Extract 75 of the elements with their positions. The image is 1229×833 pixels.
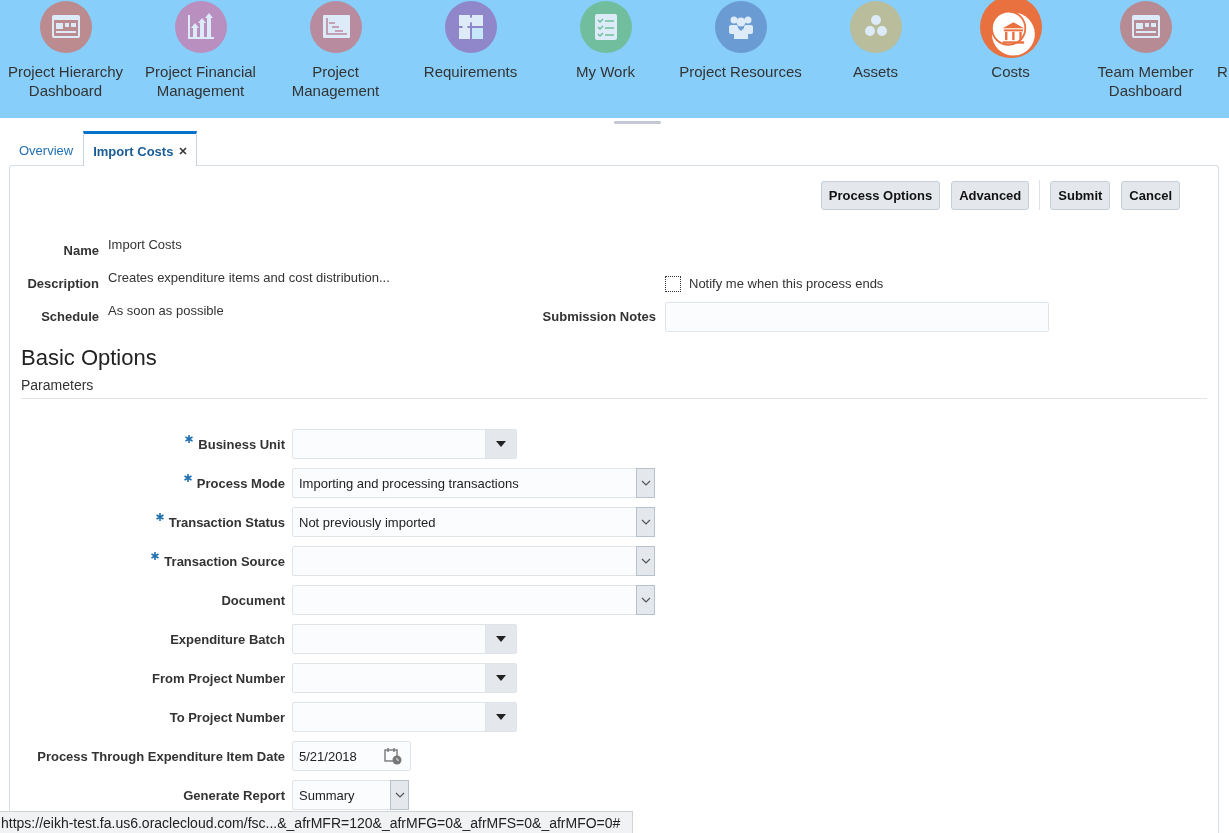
checkbox-label: Notify me when this process ends (689, 276, 884, 291)
caret-down-icon (496, 636, 506, 642)
checklist-icon[interactable] (579, 1, 632, 53)
dropdown-button[interactable] (485, 625, 516, 653)
dropdown-button[interactable] (485, 664, 516, 692)
field-label: Generate Report (183, 787, 285, 803)
chevron-down-icon[interactable] (394, 792, 405, 798)
chevron-down-icon[interactable] (640, 519, 651, 525)
field-label: Description (27, 276, 99, 291)
dropdown-button[interactable] (485, 430, 516, 458)
people-icon[interactable] (714, 1, 767, 53)
checkbox[interactable] (665, 275, 681, 292)
toolbar-button[interactable]: Submit (1050, 180, 1111, 210)
caret-down-icon (496, 675, 506, 681)
resize-handle[interactable] (614, 121, 661, 124)
input-field[interactable] (665, 301, 1049, 332)
dropdown-field[interactable]: Summary (292, 780, 409, 810)
caret-down-icon (496, 714, 506, 720)
field-label: To Project Number (169, 709, 285, 725)
calendar-icon[interactable] (384, 747, 402, 765)
nav-link[interactable]: Team Member Dashboard (1078, 0, 1213, 100)
caret-down-icon (496, 441, 506, 447)
toolbar-button[interactable]: Cancel (1121, 180, 1180, 210)
nav-link[interactable]: Assets (808, 0, 943, 100)
select-field[interactable] (292, 663, 517, 693)
field-label: From Project Number (152, 670, 285, 686)
field-value: As soon as possible (108, 302, 224, 318)
select-field[interactable] (292, 702, 517, 732)
close-icon[interactable] (179, 147, 188, 155)
chevron-down-icon[interactable] (640, 480, 651, 486)
url-tooltip: https://eikh-test.fa.us6.oraclecloud.com/fsc...&_afrMFR=120&_afrMFG=0&_afrMFS=0&_afrMFO=0# (0, 811, 634, 833)
chevron-down-icon[interactable] (640, 597, 651, 603)
nav-link[interactable]: Project Financial Management (133, 0, 268, 100)
field-label: Submission Notes (542, 309, 656, 324)
field-label: Schedule (41, 309, 99, 324)
nav-link[interactable]: Costs (943, 0, 1078, 100)
field-label: Name (63, 243, 99, 258)
field-label: Transaction Status (168, 514, 285, 530)
dropdown-field[interactable]: Importing and processing transactions (292, 468, 655, 498)
subsection-heading: Parameters (21, 376, 94, 394)
nav-link[interactable]: Requirements (403, 0, 538, 100)
tab[interactable]: Overview (9, 133, 84, 166)
nav-link[interactable]: My Work (538, 0, 673, 100)
chevron-down-icon[interactable] (640, 558, 651, 564)
nav-link[interactable]: R (1213, 0, 1229, 100)
dashboard-icon[interactable] (39, 1, 92, 53)
field-label: Transaction Source (164, 553, 285, 569)
section-heading: Basic Options (21, 345, 157, 371)
dropdown-field[interactable] (292, 546, 655, 576)
tab-label: Import Costs (93, 143, 174, 159)
dropdown-field[interactable] (292, 585, 655, 615)
nav-link[interactable]: Project Management (268, 0, 403, 100)
dots-icon[interactable] (849, 1, 902, 53)
bar-chart-icon[interactable] (174, 1, 227, 53)
toolbar-button[interactable]: Advanced (951, 180, 1030, 210)
tab-label: Overview (19, 142, 74, 158)
dashboard-icon[interactable] (1119, 1, 1172, 53)
nav-link[interactable]: Project Hierarchy Dashboard (0, 0, 133, 100)
tab[interactable]: Import Costs (83, 131, 198, 166)
field-value: Import Costs (108, 236, 182, 252)
toolbar-button[interactable]: Process Options (820, 180, 941, 210)
puzzle-icon[interactable] (444, 1, 497, 53)
field-label: Business Unit (198, 436, 285, 452)
nav-link[interactable]: Project Resources (673, 0, 808, 100)
select-field[interactable] (292, 624, 517, 654)
select-field[interactable] (292, 429, 517, 459)
chart-icon[interactable] (309, 1, 362, 53)
dropdown-field[interactable]: Not previously imported (292, 507, 655, 537)
field-label: Document (221, 592, 285, 608)
field-label: Process Mode (196, 475, 285, 491)
field-label: Process Through Expenditure Item Date (37, 748, 285, 764)
field-value: Creates expenditure items and cost distribution... (108, 269, 390, 285)
dropdown-button[interactable] (485, 703, 516, 731)
date-field[interactable]: 5/21/2018 (292, 741, 411, 771)
field-label: Expenditure Batch (170, 631, 285, 647)
